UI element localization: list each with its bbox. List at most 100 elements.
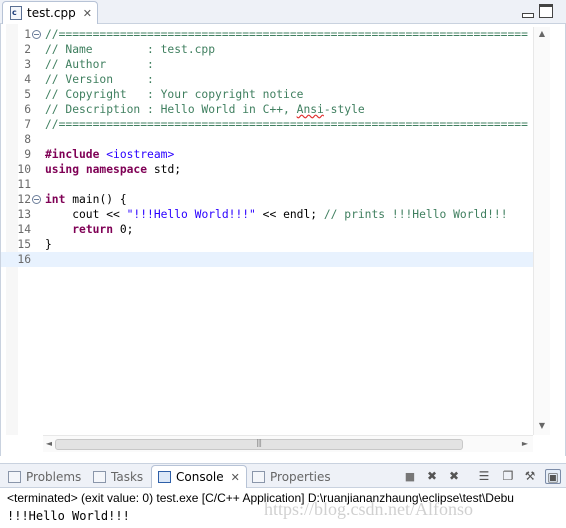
watermark-text: https://blog.csdn.net/Alfonso [264, 499, 473, 519]
scroll-right-arrow-icon[interactable]: ► [520, 439, 530, 449]
code-token: std; [147, 163, 182, 176]
code-line[interactable]: 4 // Version : [1, 72, 533, 87]
scroll-left-arrow-icon[interactable]: ◄ [44, 439, 54, 449]
code-token: return [72, 223, 114, 236]
editor-tab-test-cpp[interactable]: c test.cpp ✕ [2, 1, 98, 24]
tab-console-label: Console [176, 470, 224, 484]
line-number: 4 [24, 73, 31, 86]
code-area[interactable]: 1 //=====================================… [1, 27, 533, 267]
line-number: 11 [17, 178, 31, 191]
code-text: //======================================… [45, 117, 528, 132]
code-token: // Author : [45, 58, 154, 71]
code-line[interactable]: 9 #include <iostream> [1, 147, 533, 162]
line-number: 9 [24, 148, 31, 161]
close-icon[interactable]: ✕ [83, 7, 92, 20]
scroll-up-arrow-icon[interactable]: ▲ [537, 29, 547, 39]
fold-collapse-icon[interactable] [32, 195, 41, 204]
code-line[interactable]: 1 //=====================================… [1, 27, 533, 42]
close-icon[interactable]: ✕ [231, 471, 240, 484]
file-icon-letter: c [12, 8, 17, 17]
code-text: cout << "!!!Hello World!!!" << endl; // … [45, 207, 508, 222]
clear-console-icon[interactable]: ☰ [476, 469, 492, 484]
code-token: // Copyright : Your copyright notice [45, 88, 304, 101]
editor-tab-title: test.cpp [27, 6, 76, 20]
code-line[interactable]: 11 [1, 177, 533, 192]
properties-icon [252, 471, 265, 483]
line-number: 15 [17, 238, 31, 251]
tab-tasks-label: Tasks [111, 470, 144, 484]
line-number: 14 [17, 223, 31, 236]
code-line[interactable]: 2 // Name : test.cpp [1, 42, 533, 57]
code-text: return 0; [45, 222, 133, 237]
code-line[interactable]: 15} [1, 237, 533, 252]
code-text: // Copyright : Your copyright notice [45, 87, 303, 102]
horizontal-scrollbar[interactable]: ◄ ► [43, 435, 533, 452]
line-number: 2 [24, 43, 31, 56]
line-number: 8 [24, 133, 31, 146]
code-token: cout << [45, 208, 127, 221]
code-text: //======================================… [45, 27, 528, 42]
line-number: 16 [17, 253, 31, 266]
code-text: // Description : Hello World in C++, Ans… [45, 102, 365, 117]
code-line[interactable]: 8 [1, 132, 533, 147]
scroll-lock-icon[interactable]: ❐ [500, 469, 516, 484]
scroll-down-arrow-icon[interactable]: ▼ [537, 421, 547, 431]
code-line[interactable]: 10 using namespace std; [1, 162, 533, 177]
code-text: // Name : test.cpp [45, 42, 215, 57]
line-number: 10 [17, 163, 31, 176]
pin-console-icon[interactable]: ⚒ [522, 469, 538, 484]
tasks-icon [93, 471, 106, 483]
tab-problems-label: Problems [26, 470, 82, 484]
code-token: -style [323, 103, 365, 116]
line-number: 6 [24, 103, 31, 116]
line-number: 1 [24, 28, 31, 41]
code-token: Ansi [296, 103, 324, 116]
tab-problems[interactable]: Problems [8, 468, 81, 486]
console-view-bar: Problems Tasks Console ✕ Properties ■ ✖ … [0, 463, 566, 488]
code-text: // Version : [45, 72, 154, 87]
tab-tasks[interactable]: Tasks [93, 468, 143, 486]
code-line[interactable]: 3 // Author : [1, 57, 533, 72]
tab-properties[interactable]: Properties [252, 468, 331, 486]
code-token: << endl; [255, 208, 324, 221]
console-icon [158, 471, 171, 483]
code-token: <iostream> [106, 148, 175, 161]
code-line[interactable]: 14 return 0; [1, 222, 533, 237]
code-token: // Version : [45, 73, 154, 86]
code-token: #include [45, 148, 100, 161]
code-text: // Author : [45, 57, 154, 72]
terminate-icon[interactable]: ■ [402, 469, 418, 484]
remove-launch-icon[interactable]: ✖ [424, 469, 440, 484]
code-line[interactable]: 5 // Copyright : Your copyright notice [1, 87, 533, 102]
tab-console[interactable]: Console ✕ [151, 465, 247, 488]
tab-properties-label: Properties [270, 470, 331, 484]
code-token: // prints !!!Hello World!!! [323, 208, 508, 221]
remove-all-terminated-icon[interactable]: ✖ [446, 469, 462, 484]
code-token: 0; [113, 223, 134, 236]
line-number: 12 [17, 193, 31, 206]
problems-icon [8, 471, 21, 483]
code-text: using namespace std; [45, 162, 181, 177]
line-number: 13 [17, 208, 31, 221]
horizontal-scroll-thumb[interactable] [55, 438, 463, 450]
cpp-file-icon: c [10, 6, 22, 20]
code-line[interactable]: 16 [1, 252, 533, 267]
code-editor[interactable]: 1 //=====================================… [0, 24, 566, 456]
code-token: int [45, 193, 66, 206]
display-console-icon[interactable]: ▣ [545, 469, 561, 484]
code-line[interactable]: 12 int main() { [1, 192, 533, 207]
console-output-area[interactable]: <terminated> (exit value: 0) test.exe [C… [0, 488, 566, 528]
maximize-icon[interactable] [539, 4, 553, 18]
console-output-text: !!!Hello World!!! [7, 509, 130, 523]
code-token: namespace [85, 163, 148, 176]
fold-collapse-icon[interactable] [32, 30, 41, 39]
code-line[interactable]: 13 cout << "!!!Hello World!!!" << endl; … [1, 207, 533, 222]
vertical-scrollbar[interactable]: ▲ ▼ [533, 27, 550, 435]
code-line[interactable]: 6 // Description : Hello World in C++, An… [1, 102, 533, 117]
code-line[interactable]: 7 //=====================================… [1, 117, 533, 132]
code-text: } [45, 237, 52, 252]
minimize-icon[interactable] [520, 4, 534, 18]
code-text: #include <iostream> [45, 147, 174, 162]
